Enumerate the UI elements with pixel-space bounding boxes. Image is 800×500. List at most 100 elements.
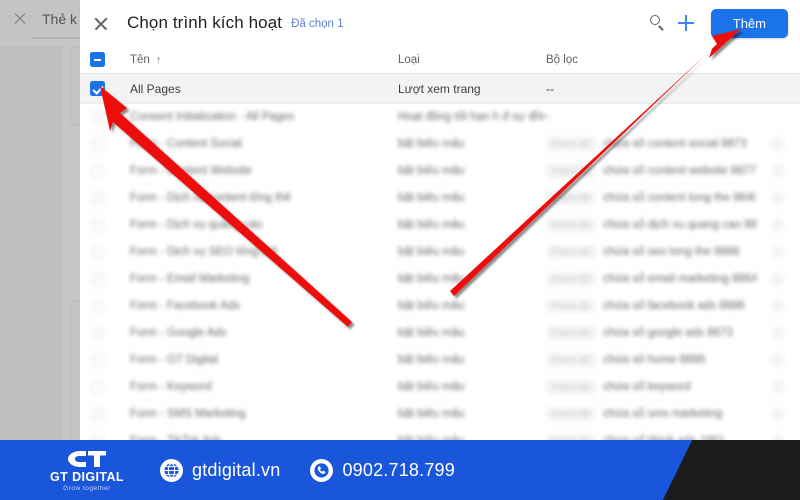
- row-action-icon[interactable]: [771, 272, 785, 286]
- row-actions[interactable]: [756, 299, 800, 313]
- row-action-icon[interactable]: [771, 245, 785, 259]
- table-row-selected[interactable]: All Pages Lượt xem trang --: [80, 74, 800, 104]
- plus-icon-bar-v: [684, 15, 687, 31]
- table-row[interactable]: Form - Dịch vụ content tổng thể bật biểu …: [80, 185, 800, 212]
- row-checkbox[interactable]: [90, 406, 105, 422]
- sort-ascending-icon: ↑: [155, 54, 161, 66]
- row-action-icon[interactable]: [771, 299, 785, 313]
- row-filter-cell: Form ID chứa số content social 8873: [546, 137, 756, 151]
- row-action-icon[interactable]: [771, 380, 785, 394]
- row-checkbox[interactable]: [90, 190, 105, 206]
- row-checkbox-cell[interactable]: [90, 109, 130, 125]
- row-checkbox-cell[interactable]: [90, 298, 130, 314]
- row-filter-cell: Form ID chứa số content tong the 8640: [546, 191, 756, 205]
- row-checkbox[interactable]: [90, 81, 105, 96]
- table-row[interactable]: Form - Keyword bật biểu mẫu Form ID chứa số…: [80, 374, 800, 401]
- row-checkbox[interactable]: [90, 352, 105, 368]
- row-checkbox-cell[interactable]: [90, 325, 130, 341]
- row-checkbox-cell[interactable]: [90, 217, 130, 233]
- table-row[interactable]: Form - SMS Marketing bật biểu mẫu Form ID c…: [80, 401, 800, 428]
- row-actions[interactable]: [756, 272, 800, 286]
- row-action-icon[interactable]: [771, 353, 785, 367]
- row-checkbox[interactable]: [90, 163, 105, 179]
- select-all-checkbox-cell[interactable]: [90, 52, 130, 67]
- row-action-icon[interactable]: [771, 137, 785, 151]
- row-filter-text: chứa số content website 8877: [602, 165, 756, 177]
- search-icon[interactable]: [644, 10, 670, 36]
- row-name: Form - Google Ads: [130, 327, 227, 339]
- row-checkbox[interactable]: [90, 109, 105, 125]
- column-header-name-label: Tên: [130, 53, 150, 66]
- row-filter-text: chứa số google ads 8873: [602, 327, 733, 339]
- table-row[interactable]: Form - Dịch vụ quảng cáo bật biểu mẫu Form…: [80, 212, 800, 239]
- table-body: Consent Initialization - All Pages Hoạt đ…: [80, 104, 800, 460]
- row-action-icon[interactable]: [771, 218, 785, 232]
- column-header-name[interactable]: Tên ↑: [130, 54, 398, 66]
- row-checkbox[interactable]: [90, 379, 105, 395]
- table-row[interactable]: Form - GT Digital bật biểu mẫu Form ID chứa…: [80, 347, 800, 374]
- column-header-filter[interactable]: Bộ lọc: [546, 54, 756, 66]
- row-actions[interactable]: [756, 137, 800, 151]
- row-checkbox[interactable]: [90, 298, 105, 314]
- website-text: gtdigital.vn: [192, 459, 281, 480]
- row-checkbox-cell[interactable]: [90, 163, 130, 179]
- row-checkbox-cell[interactable]: [90, 379, 130, 395]
- table-row[interactable]: Form - Google Ads bật biểu mẫu Form ID chứa…: [80, 320, 800, 347]
- close-icon[interactable]: [88, 10, 114, 36]
- row-actions[interactable]: [756, 380, 800, 394]
- filter-chip: Form ID: [546, 380, 596, 394]
- table-row[interactable]: Form - Content Website bật biểu mẫu Form I…: [80, 158, 800, 185]
- table-row[interactable]: Consent Initialization - All Pages Hoạt đ…: [80, 104, 800, 131]
- brand-tagline: Grow together: [63, 484, 111, 492]
- filter-chip: Form ID: [546, 218, 596, 232]
- row-checkbox-cell[interactable]: [90, 271, 130, 287]
- row-action-icon[interactable]: [771, 407, 785, 421]
- table-row[interactable]: Form - Dịch vụ SEO tổng thể bật biểu mẫu F…: [80, 239, 800, 266]
- row-name: Form - SMS Marketing: [130, 408, 246, 420]
- row-checkbox[interactable]: [90, 217, 105, 233]
- footer-banner: GT DIGITAL Grow together gtdigital.vn 09…: [0, 440, 800, 500]
- brand-name: GT DIGITAL: [50, 469, 124, 484]
- row-checkbox-cell[interactable]: [90, 406, 130, 422]
- row-action-icon[interactable]: [771, 164, 785, 178]
- row-filter-text: chứa số seo tong the 8886: [602, 246, 740, 258]
- row-filter-cell: Form ID chứa số home 8886: [546, 353, 756, 367]
- row-checkbox[interactable]: [90, 271, 105, 287]
- filter-chip: Form ID: [546, 137, 596, 151]
- row-checkbox-cell[interactable]: [90, 136, 130, 152]
- row-checkbox-cell[interactable]: [90, 190, 130, 206]
- row-action-icon[interactable]: [771, 191, 785, 205]
- add-button[interactable]: Thêm: [710, 8, 788, 38]
- plus-icon[interactable]: [673, 10, 699, 36]
- trigger-table: Tên ↑ Loại Bộ lọc All Pages Lượt xem tran…: [80, 46, 800, 460]
- row-actions[interactable]: [756, 245, 800, 259]
- row-checkbox[interactable]: [90, 325, 105, 341]
- table-row[interactable]: Form - Facebook Ads bật biểu mẫu Form ID ch…: [80, 293, 800, 320]
- table-row[interactable]: Form - Content Social bật biểu mẫu Form ID…: [80, 131, 800, 158]
- row-action-icon[interactable]: [771, 326, 785, 340]
- row-name: Form - Dịch vụ SEO tổng thể: [130, 246, 278, 258]
- phone-text: 0902.718.799: [342, 459, 455, 480]
- row-actions[interactable]: [756, 353, 800, 367]
- row-checkbox-cell[interactable]: [90, 81, 130, 96]
- row-checkbox-cell[interactable]: [90, 352, 130, 368]
- row-name: Form - GT Digital: [130, 354, 218, 366]
- row-actions[interactable]: [756, 326, 800, 340]
- row-actions[interactable]: [756, 407, 800, 421]
- row-type: bật biểu mẫu: [398, 354, 465, 366]
- row-checkbox[interactable]: [90, 244, 105, 260]
- selected-count-label: Đã chọn 1: [291, 18, 344, 30]
- phone-icon-glyph: [314, 462, 330, 478]
- row-checkbox-cell[interactable]: [90, 244, 130, 260]
- row-checkbox[interactable]: [90, 136, 105, 152]
- row-filter-cell: Form ID chứa số content website 8877: [546, 164, 756, 178]
- row-name: Form - Keyword: [130, 381, 212, 393]
- row-filter-cell: -: [546, 111, 756, 123]
- column-header-type[interactable]: Loại: [398, 54, 546, 66]
- select-all-checkbox[interactable]: [90, 52, 105, 67]
- row-actions[interactable]: [756, 191, 800, 205]
- row-name: Form - Email Marketing: [130, 273, 250, 285]
- table-row[interactable]: Form - Email Marketing bật biểu mẫu Form I…: [80, 266, 800, 293]
- row-actions[interactable]: [756, 218, 800, 232]
- row-actions[interactable]: [756, 164, 800, 178]
